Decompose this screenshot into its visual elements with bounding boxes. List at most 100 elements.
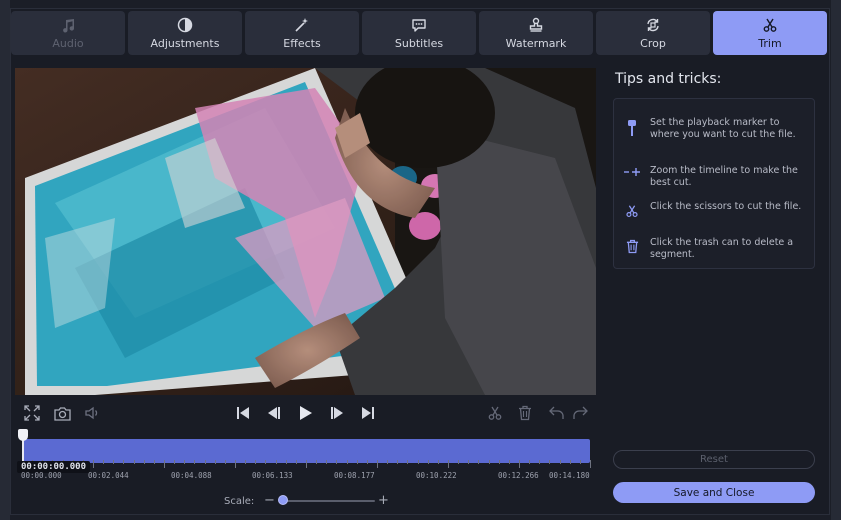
tip-item: Click the trash can to delete a segment. [622, 237, 808, 260]
play-icon [300, 406, 312, 420]
timeline-tick [346, 460, 348, 464]
tip-item: Click the scissors to cut the file. [622, 201, 808, 219]
timeline-tick [498, 460, 500, 464]
tab-watermark-label: Watermark [505, 37, 567, 50]
tab-audio[interactable]: Audio [11, 11, 125, 55]
marker-icon [622, 117, 642, 137]
cut-button[interactable] [486, 404, 504, 422]
delete-segment-button[interactable] [516, 404, 534, 422]
timeline-tick [306, 460, 307, 468]
timeline-tick [214, 460, 216, 464]
scale-slider-track[interactable] [279, 500, 375, 502]
timeline-tick [539, 460, 541, 464]
playback-marker-handle[interactable] [18, 429, 28, 441]
zoom-timeline-icon [622, 165, 642, 177]
tab-audio-label: Audio [52, 37, 84, 50]
tip-item: Zoom the timeline to make the best cut. [622, 165, 808, 188]
previous-frame-button[interactable] [265, 404, 283, 422]
timeline-tick [316, 460, 318, 464]
tip-text: Set the playback marker to where you wan… [650, 117, 796, 140]
timeline-tick [143, 460, 145, 464]
timeline-label: 00:10.222 [416, 471, 457, 480]
timeline-tick [113, 460, 115, 464]
previous-frame-icon [268, 407, 280, 419]
crop-rotate-icon [644, 16, 662, 34]
contrast-icon [176, 16, 194, 34]
redo-icon [573, 406, 588, 419]
magic-wand-icon [293, 16, 311, 34]
video-frame-image [15, 68, 596, 395]
tab-subtitles-label: Subtitles [394, 37, 444, 50]
timeline-tick [387, 460, 389, 464]
timeline-tick [529, 460, 531, 464]
timeline-tick [356, 460, 358, 464]
undo-button[interactable] [548, 404, 566, 422]
skip-end-button[interactable] [359, 404, 377, 422]
timeline-tick [204, 460, 206, 464]
timeline-tick [508, 460, 510, 464]
timeline-label: 00:02.044 [88, 471, 129, 480]
tab-crop[interactable]: Crop [596, 11, 710, 55]
timeline-tick [488, 460, 490, 464]
timeline-tick [224, 460, 226, 464]
timeline-tick [559, 460, 561, 464]
timeline-tick [164, 460, 165, 468]
tab-effects-label: Effects [283, 37, 321, 50]
tip-text: Click the trash can to delete a segment. [650, 237, 794, 260]
trim-editor-window: Audio Adjustments Effects Subtitles Wate… [10, 8, 830, 515]
timeline-tick [326, 460, 328, 464]
tip-text: Click the scissors to cut the file. [650, 201, 802, 212]
timeline-label: 00:04.088 [171, 471, 212, 480]
tab-trim-label: Trim [758, 37, 782, 50]
play-button[interactable] [296, 403, 316, 423]
reset-button[interactable]: Reset [613, 450, 815, 469]
tab-crop-label: Crop [640, 37, 666, 50]
timeline-tick [590, 460, 591, 468]
next-frame-button[interactable] [328, 404, 346, 422]
skip-start-icon [237, 407, 249, 419]
left-window-edge [0, 0, 10, 520]
zoom-in-button[interactable]: + [378, 493, 389, 508]
volume-icon [85, 406, 98, 420]
timeline-tick [458, 460, 460, 464]
timeline-ruler [22, 460, 591, 468]
skip-start-button[interactable] [234, 404, 252, 422]
timeline-tick [295, 460, 297, 464]
timeline-tick [285, 460, 287, 464]
undo-icon [549, 406, 564, 419]
timeline-label: 00:06.133 [252, 471, 293, 480]
tab-trim[interactable]: Trim [713, 11, 827, 55]
tab-watermark[interactable]: Watermark [479, 11, 593, 55]
stamp-icon [527, 16, 545, 34]
timeline-tick [478, 460, 480, 464]
timeline-tick [448, 460, 449, 468]
timeline-tick [255, 460, 257, 464]
skip-end-icon [362, 407, 374, 419]
timeline-tick [103, 460, 105, 464]
snapshot-button[interactable] [53, 404, 71, 422]
volume-button[interactable] [83, 404, 101, 422]
video-preview[interactable] [15, 68, 596, 395]
tab-subtitles[interactable]: Subtitles [362, 11, 476, 55]
scale-slider-knob[interactable] [278, 495, 288, 505]
tip-item: Set the playback marker to where you wan… [622, 117, 808, 140]
next-frame-icon [331, 407, 343, 419]
redo-button[interactable] [571, 404, 589, 422]
tab-adjustments[interactable]: Adjustments [128, 11, 242, 55]
scissors-icon [761, 16, 779, 34]
timeline-tick [377, 460, 378, 468]
zoom-out-button[interactable]: − [264, 493, 275, 508]
timeline-tick [184, 460, 186, 464]
timeline-tick [437, 460, 439, 464]
snapshot-icon [53, 406, 71, 421]
timeline-tick [579, 460, 581, 464]
tab-effects[interactable]: Effects [245, 11, 359, 55]
fullscreen-button[interactable] [23, 404, 41, 422]
timeline-label: 00:12.266 [498, 471, 539, 480]
timeline-tick [153, 460, 155, 464]
timeline-tick [569, 460, 571, 464]
save-and-close-button[interactable]: Save and Close [613, 482, 815, 503]
timeline-tick [336, 460, 338, 464]
trash-icon [519, 405, 531, 421]
timeline-tick [519, 460, 520, 468]
